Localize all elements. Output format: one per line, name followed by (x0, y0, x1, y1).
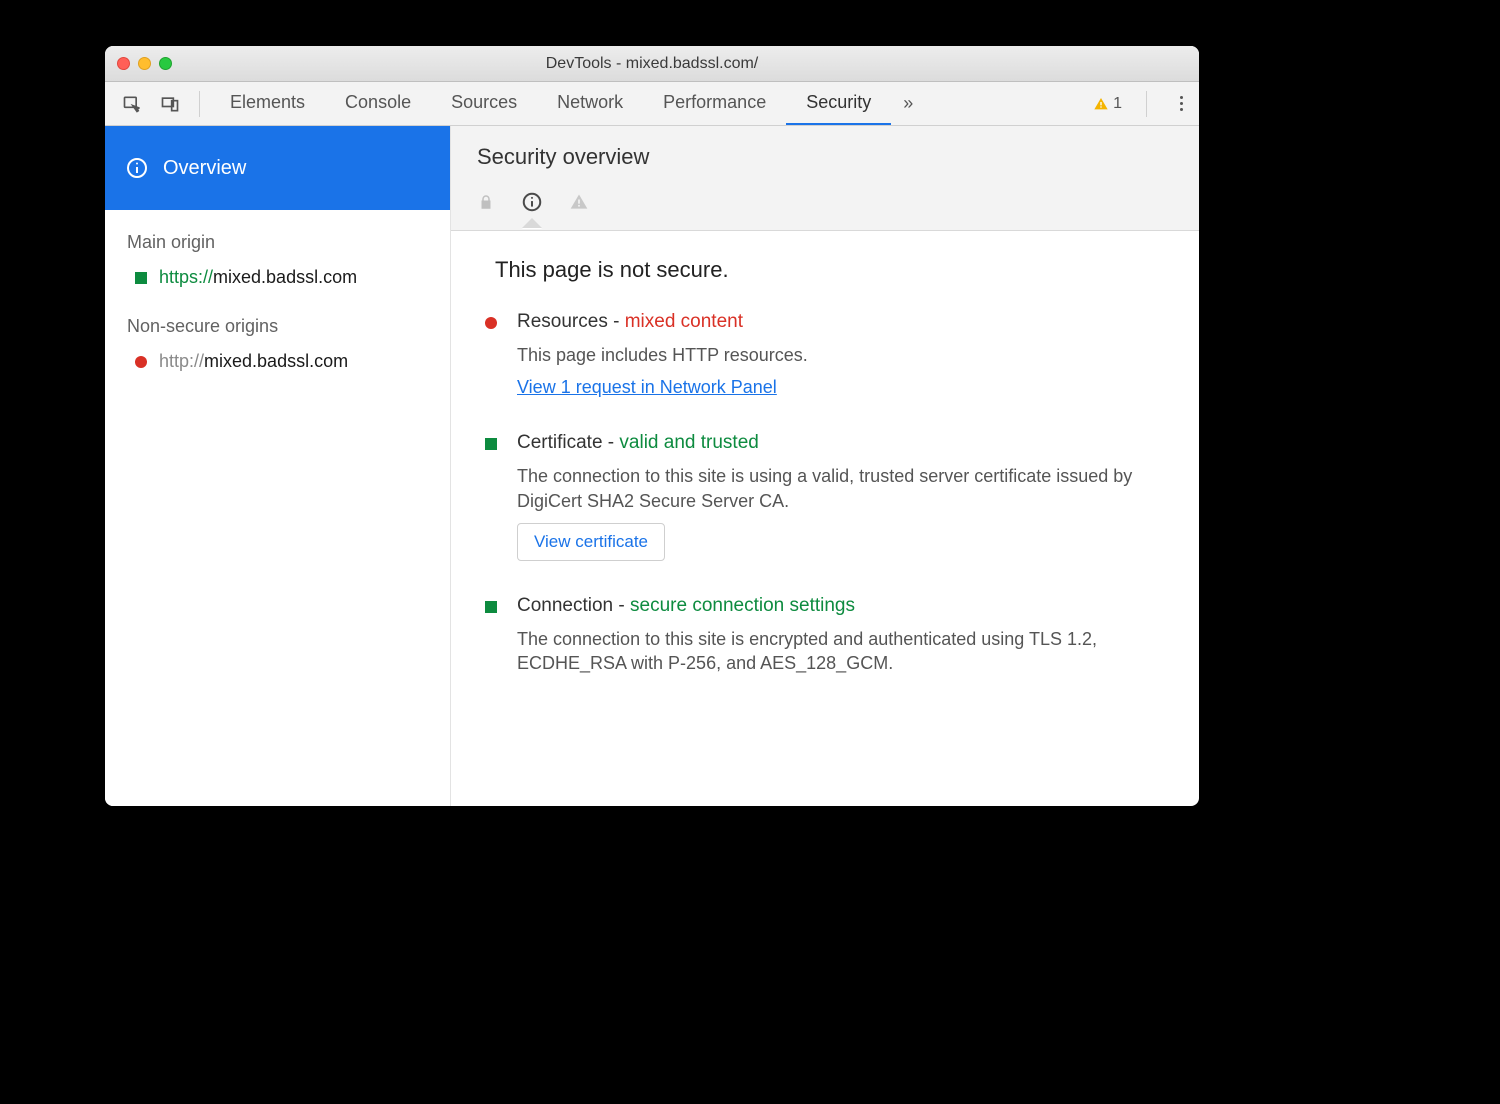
tab-performance[interactable]: Performance (643, 82, 786, 125)
section-connection: Connection - secure connection settings … (481, 595, 1169, 686)
warning-count: 1 (1113, 95, 1122, 113)
insecure-dot-icon (135, 356, 147, 368)
toolbar-separator (199, 91, 200, 117)
main-origin-heading: Main origin (127, 232, 450, 253)
secure-square-icon (485, 438, 497, 450)
info-icon[interactable] (521, 191, 543, 228)
security-sidebar: Overview Main origin https://mixed.badss… (105, 126, 451, 806)
certificate-status: valid and trusted (619, 432, 758, 453)
view-certificate-button[interactable]: View certificate (517, 523, 665, 561)
tab-network[interactable]: Network (537, 82, 643, 125)
window-controls (117, 57, 172, 70)
panel-tabs: Elements Console Sources Network Perform… (210, 82, 925, 125)
certificate-desc: The connection to this site is using a v… (517, 464, 1169, 513)
tab-elements[interactable]: Elements (210, 82, 325, 125)
body: Overview Main origin https://mixed.badss… (105, 126, 1199, 806)
devtools-toolbar: Elements Console Sources Network Perform… (105, 82, 1199, 126)
main-origin-item[interactable]: https://mixed.badssl.com (105, 261, 450, 294)
secure-square-icon (485, 601, 497, 613)
section-certificate: Certificate - valid and trusted The conn… (481, 432, 1169, 561)
tab-console[interactable]: Console (325, 82, 431, 125)
overview-label: Overview (163, 157, 246, 180)
more-tabs-icon[interactable]: » (891, 82, 925, 125)
connection-status: secure connection settings (630, 595, 855, 616)
warning-icon (1093, 96, 1109, 112)
security-headline: This page is not secure. (481, 257, 1169, 283)
resources-status: mixed content (625, 311, 743, 332)
connection-desc: The connection to this site is encrypted… (517, 627, 1169, 676)
inspect-element-icon[interactable] (119, 91, 145, 117)
secure-square-icon (135, 272, 147, 284)
device-toolbar-icon[interactable] (157, 91, 183, 117)
lock-icon[interactable] (477, 192, 495, 227)
nonsecure-origin-url: http://mixed.badssl.com (159, 351, 348, 372)
main-origin-url: https://mixed.badssl.com (159, 267, 357, 288)
sidebar-overview[interactable]: Overview (105, 126, 450, 210)
window-title: DevTools - mixed.badssl.com/ (105, 55, 1199, 73)
panel-header: Security overview (451, 126, 1199, 231)
connection-title: Connection - secure connection settings (517, 595, 1169, 617)
panel-content: This page is not secure. Resources - mix… (451, 231, 1199, 745)
view-network-request-link[interactable]: View 1 request in Network Panel (517, 377, 777, 397)
kebab-menu-icon[interactable] (1171, 96, 1191, 111)
security-state-icons (477, 188, 1173, 230)
close-window-button[interactable] (117, 57, 130, 70)
panel-title: Security overview (477, 144, 1173, 170)
warning-triangle-icon[interactable] (569, 192, 589, 227)
section-resources: Resources - mixed content This page incl… (481, 311, 1169, 398)
minimize-window-button[interactable] (138, 57, 151, 70)
certificate-title: Certificate - valid and trusted (517, 432, 1169, 454)
titlebar[interactable]: DevTools - mixed.badssl.com/ (105, 46, 1199, 82)
nonsecure-origins-heading: Non-secure origins (127, 316, 450, 337)
tab-security[interactable]: Security (786, 82, 891, 125)
security-panel: Security overview This page is not secur… (451, 126, 1199, 806)
resources-desc: This page includes HTTP resources. (517, 343, 1169, 367)
insecure-dot-icon (485, 317, 497, 329)
resources-title: Resources - mixed content (517, 311, 1169, 333)
toolbar-separator (1146, 91, 1147, 117)
info-icon (125, 156, 149, 180)
tab-sources[interactable]: Sources (431, 82, 537, 125)
toolbar-right: 1 (1093, 91, 1191, 117)
warning-count-badge[interactable]: 1 (1093, 95, 1122, 113)
nonsecure-origin-item[interactable]: http://mixed.badssl.com (105, 345, 450, 378)
maximize-window-button[interactable] (159, 57, 172, 70)
devtools-window: DevTools - mixed.badssl.com/ Elements Co… (105, 46, 1199, 806)
